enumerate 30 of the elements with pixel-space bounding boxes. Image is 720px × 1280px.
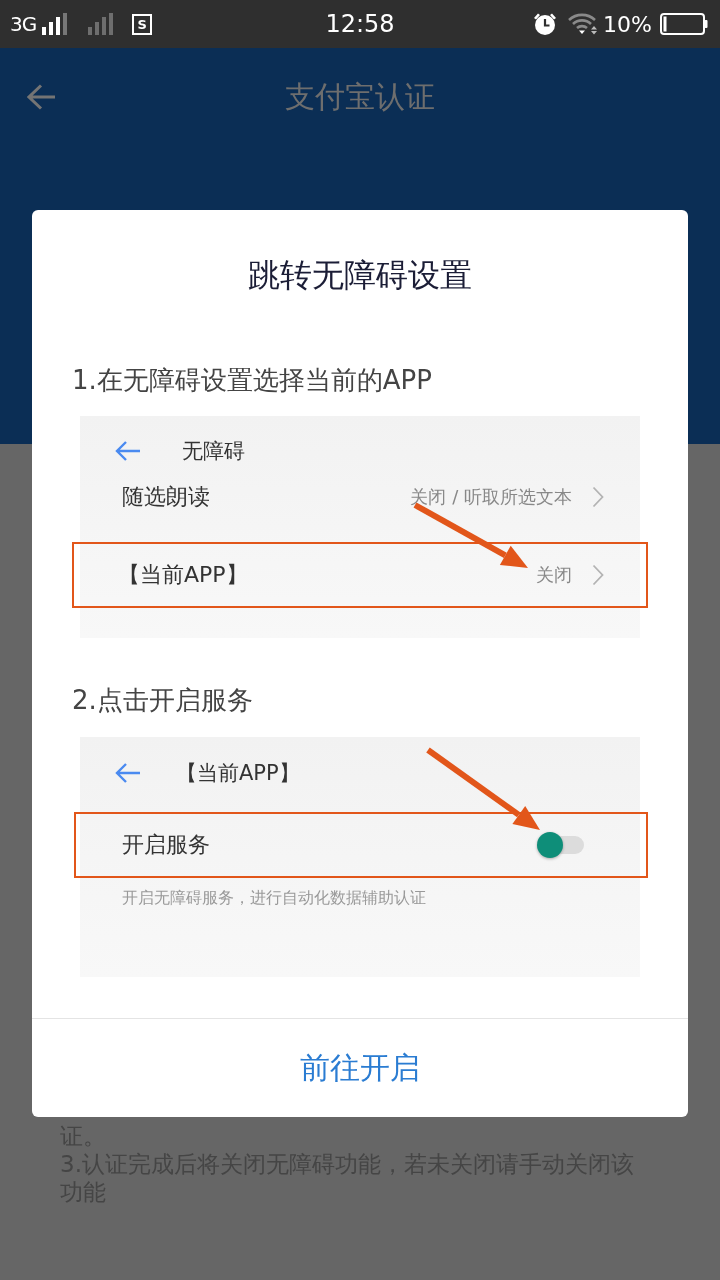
- step-label: 2.点击开启服务: [72, 684, 254, 717]
- row-label: 随选朗读: [122, 483, 211, 511]
- row-value: 关闭 / 听取所选文本: [410, 485, 572, 509]
- app-bar-title: 支付宝认证: [285, 77, 435, 116]
- settings-row[interactable]: 开启服务: [74, 812, 648, 878]
- row-label: 开启服务: [122, 831, 211, 859]
- clock-time: 12:58: [325, 10, 395, 38]
- toggle-switch[interactable]: [537, 831, 584, 859]
- back-arrow-icon[interactable]: [27, 84, 57, 110]
- sim-badge: S: [132, 13, 153, 35]
- chevron-right-icon: [592, 564, 604, 586]
- step-label: 1.在无障碍设置选择当前的APP: [72, 364, 433, 397]
- row-value: 关闭: [536, 563, 572, 587]
- back-arrow-icon: [115, 441, 141, 461]
- signal-icon: [42, 13, 70, 35]
- dialog-title: 跳转无障碍设置: [247, 255, 473, 295]
- battery-percent: 10%: [603, 11, 652, 37]
- row-label: 【当前APP】: [118, 561, 249, 589]
- screen-title: 【当前APP】: [176, 760, 300, 787]
- hint-text: 开启无障碍服务，进行自动化数据辅助认证: [122, 887, 427, 909]
- chevron-right-icon: [592, 486, 604, 508]
- settings-row[interactable]: 随选朗读 关闭 / 听取所选文本: [80, 472, 640, 522]
- network-type: 3G: [10, 12, 37, 36]
- battery-icon: [660, 13, 708, 35]
- signal-icon: [88, 13, 116, 35]
- go-enable-button[interactable]: 前往开启: [32, 1019, 688, 1117]
- alarm-clock-icon: [533, 12, 558, 36]
- screen-title: 无障碍: [182, 438, 245, 465]
- back-arrow-icon: [115, 763, 141, 783]
- settings-row[interactable]: 【当前APP】 关闭: [72, 542, 648, 608]
